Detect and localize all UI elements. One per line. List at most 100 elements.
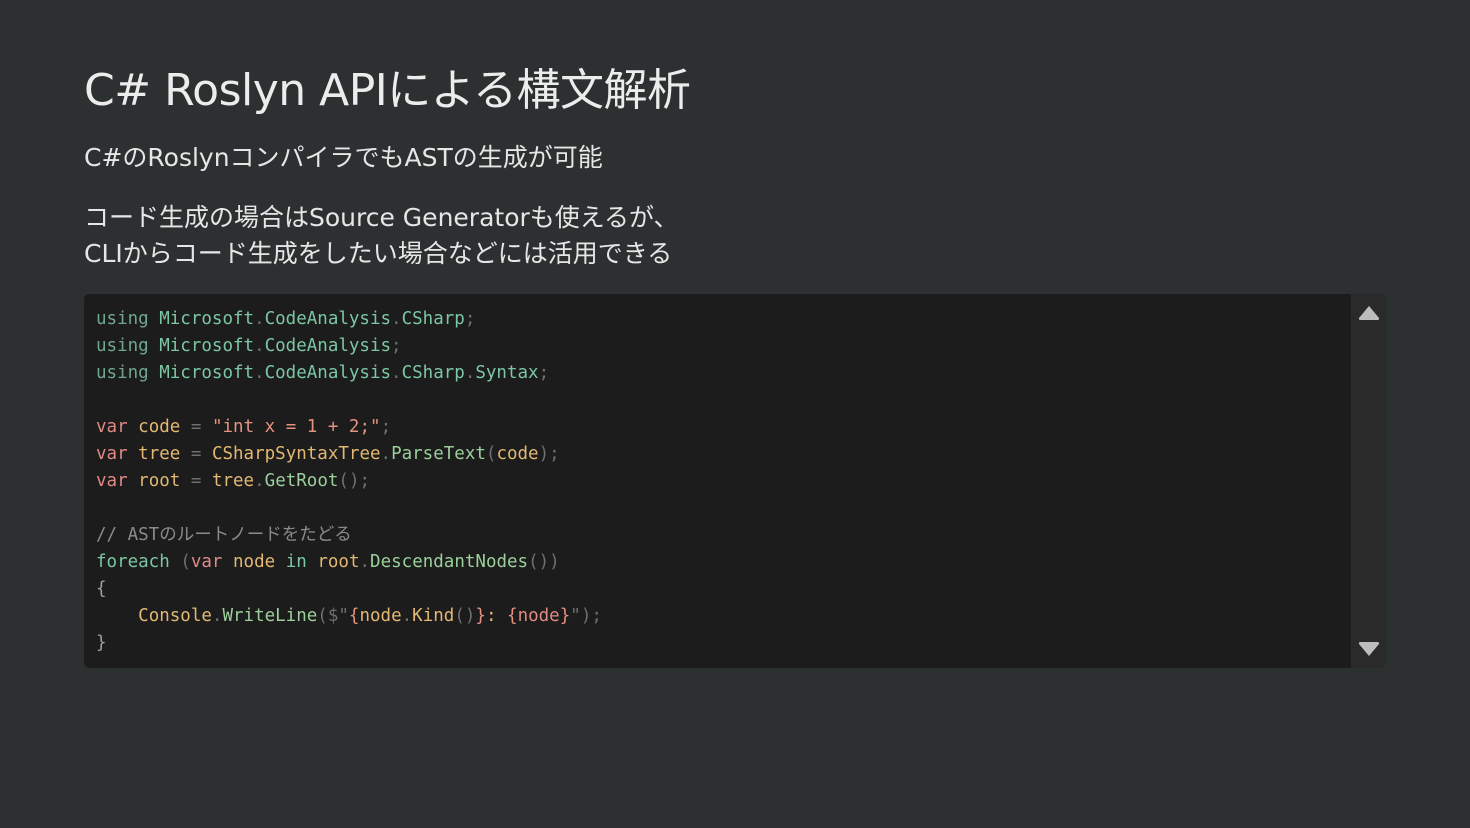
- code-line: using Microsoft.CodeAnalysis.CSharp;: [96, 306, 1351, 333]
- code-token: =: [190, 417, 202, 437]
- code-token: var: [96, 417, 128, 437]
- code-line: using Microsoft.CodeAnalysis;: [96, 333, 1351, 360]
- slide: C# Roslyn APIによる構文解析 C#のRoslynコンパイラでもAST…: [0, 0, 1470, 828]
- code-line: var root = tree.GetRoot();: [96, 468, 1351, 495]
- code-viewport[interactable]: using Microsoft.CodeAnalysis.CSharp; usin…: [84, 294, 1351, 668]
- code-block: using Microsoft.CodeAnalysis.CSharp; usin…: [84, 294, 1386, 668]
- scrollbar[interactable]: [1351, 294, 1386, 668]
- code-token: (: [317, 606, 328, 626]
- code-token: code: [138, 417, 181, 437]
- code-token: int x = 1 + 2;: [222, 417, 371, 437]
- code-token: (: [485, 444, 497, 464]
- code-token: ");: [570, 606, 602, 626]
- code-line: // ASTのルートノードをたどる: [96, 522, 1351, 549]
- code-token: ": [211, 417, 223, 437]
- code-token: .: [254, 471, 265, 491]
- code-token: ParseText: [391, 444, 486, 464]
- code-token: using: [96, 363, 149, 383]
- code-line: {: [96, 576, 1351, 603]
- code-token: WriteLine: [222, 606, 318, 626]
- triangle-down-icon: [1358, 642, 1379, 656]
- code-token: .: [254, 363, 265, 383]
- subtitle: C#のRoslynコンパイラでもASTの生成が可能: [84, 143, 603, 172]
- code-token: root: [317, 552, 360, 572]
- code-token: CodeAnalysis: [264, 363, 392, 383]
- code-token: ();: [338, 471, 371, 491]
- code-token: );: [538, 444, 560, 464]
- triangle-up-icon: [1358, 306, 1379, 320]
- code-token: .: [391, 363, 402, 383]
- code-token: node: [517, 606, 560, 626]
- code-token: tree: [211, 471, 255, 491]
- code-line: using Microsoft.CodeAnalysis.CSharp.Synt…: [96, 360, 1351, 387]
- code-line: var tree = CSharpSyntaxTree.ParseText(co…: [96, 441, 1351, 468]
- code-token: root: [138, 471, 181, 491]
- code-token: ;: [464, 309, 476, 329]
- scroll-up-button[interactable]: [1351, 298, 1386, 328]
- code-token: CSharp: [401, 309, 465, 329]
- code-token: }: [559, 606, 571, 626]
- code-token: :: [485, 606, 508, 626]
- code-token: var: [96, 444, 128, 464]
- code-token: .: [380, 444, 392, 464]
- code-line: foreach (var node in root.DescendantNode…: [96, 549, 1351, 576]
- code-token: CSharpSyntaxTree: [211, 444, 381, 464]
- scroll-down-button[interactable]: [1351, 634, 1386, 664]
- code-token: ;: [380, 417, 392, 437]
- code-token: .: [211, 606, 223, 626]
- code-token: .: [391, 309, 402, 329]
- code-token: Microsoft: [159, 309, 255, 329]
- code-token: (: [180, 552, 191, 572]
- code-token: =: [190, 444, 202, 464]
- code-token: }: [475, 606, 486, 626]
- code-token: .: [254, 336, 265, 356]
- code-token: {: [348, 606, 360, 626]
- page-title: C# Roslyn APIによる構文解析: [84, 65, 691, 116]
- code-token: var: [190, 552, 223, 572]
- code-token: Syntax: [475, 363, 539, 383]
- code-line: var code = "int x = 1 + 2;";: [96, 414, 1351, 441]
- code-token: .: [464, 363, 476, 383]
- code-token: }: [96, 633, 107, 653]
- code-token: node: [359, 606, 402, 626]
- code-token: ;: [391, 336, 402, 356]
- code-token: foreach: [96, 552, 170, 572]
- code-token: GetRoot: [264, 471, 339, 491]
- code-token: // ASTのルートノードをたどる: [96, 525, 352, 545]
- code-content: using Microsoft.CodeAnalysis.CSharp; usin…: [84, 294, 1351, 657]
- code-token: Kind: [412, 606, 455, 626]
- code-token: using: [96, 309, 149, 329]
- code-token: node: [233, 552, 276, 572]
- code-token: CodeAnalysis: [264, 309, 392, 329]
- code-token: .: [401, 606, 413, 626]
- code-line: }: [96, 630, 1351, 657]
- code-token: CSharp: [401, 363, 465, 383]
- code-token: ()): [528, 552, 560, 572]
- code-token: tree: [138, 444, 181, 464]
- code-token: Console: [138, 606, 212, 626]
- code-token: DescendantNodes: [370, 552, 529, 572]
- code-line: Console.WriteLine($"{node.Kind()}: {node…: [96, 603, 1351, 630]
- code-token: ": [370, 417, 381, 437]
- description-paragraph: コード生成の場合はSource Generatorも使えるが、 CLIからコード…: [84, 200, 679, 272]
- code-token: ;: [538, 363, 550, 383]
- code-token: (): [454, 606, 476, 626]
- code-token: Microsoft: [159, 363, 255, 383]
- code-token: var: [96, 471, 128, 491]
